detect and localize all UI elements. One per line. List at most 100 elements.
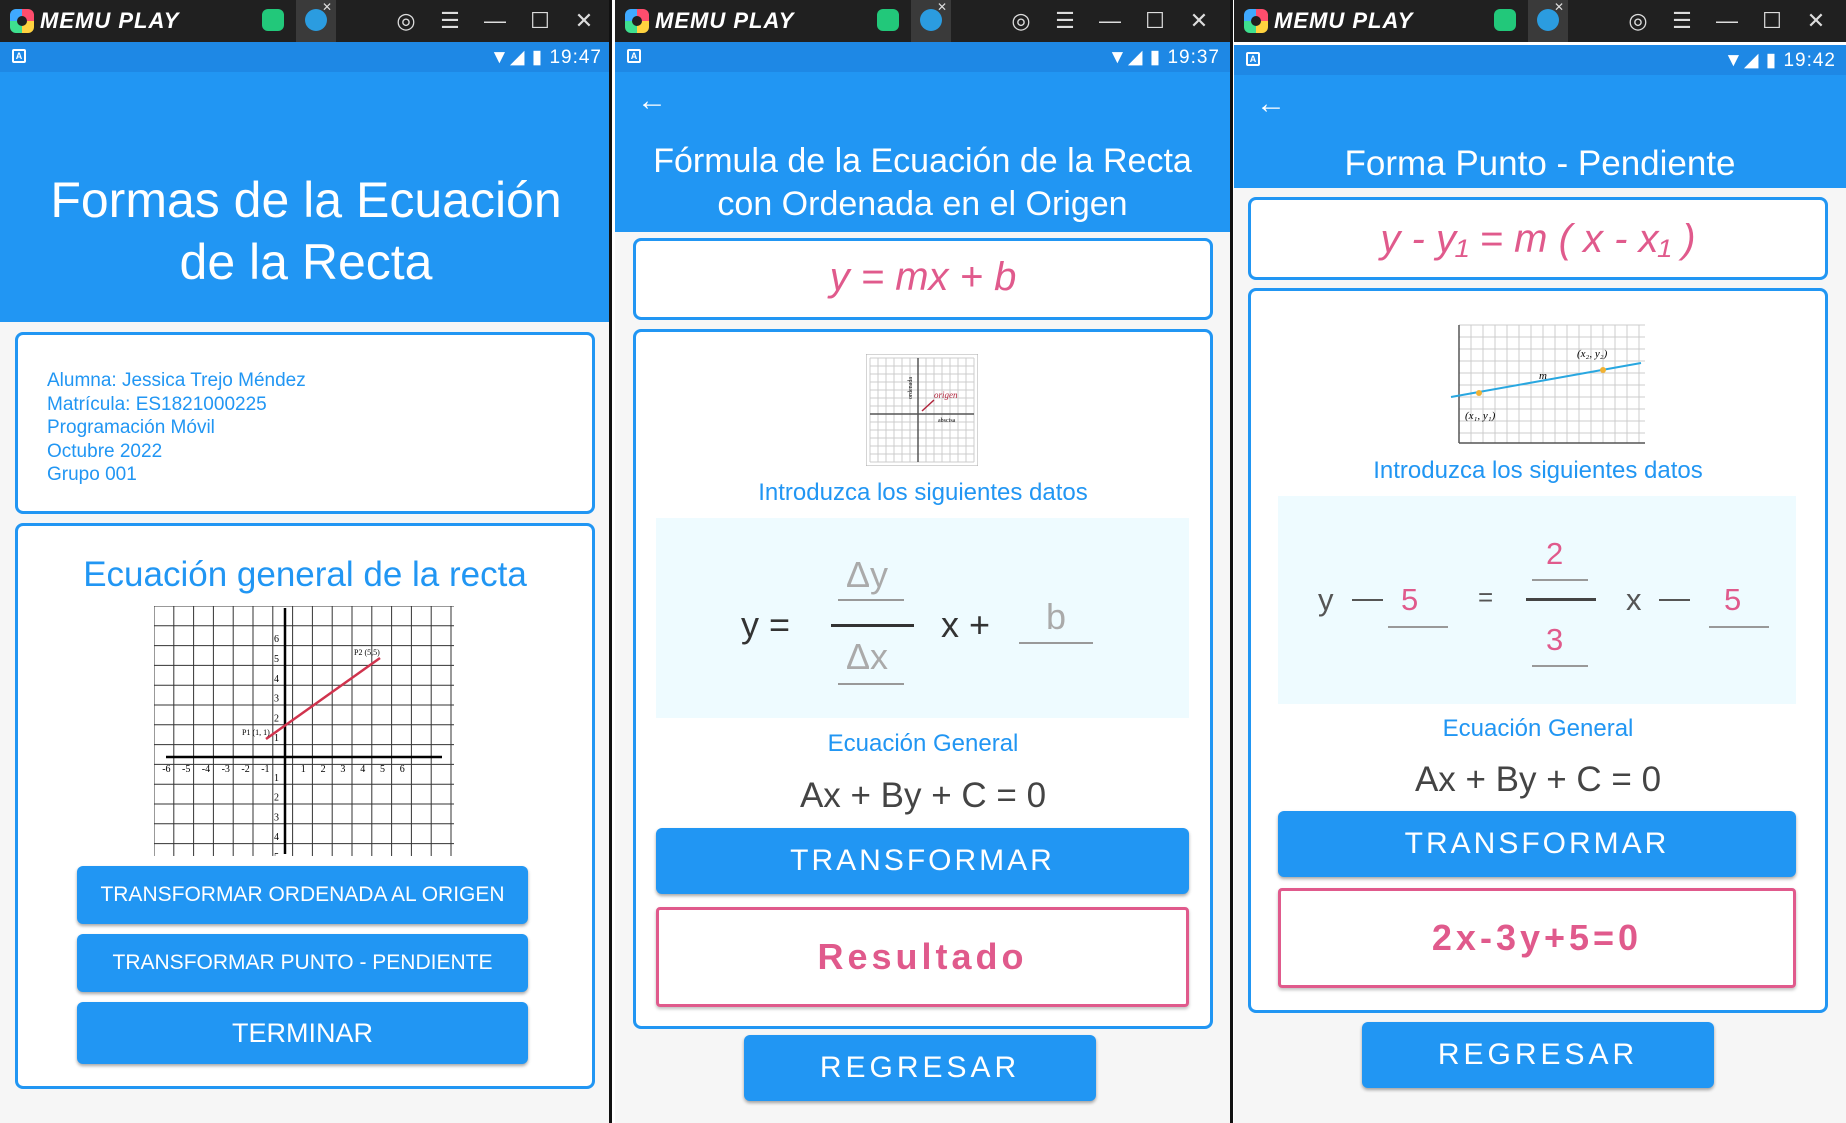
y-tick-label: 3 bbox=[274, 694, 279, 705]
page-title-line1: Fórmula de la Ecuación de la Recta bbox=[653, 142, 1192, 180]
x-tick-label: -5 bbox=[182, 764, 190, 775]
account-icon[interactable]: ◎ bbox=[1007, 6, 1035, 36]
student-info-card: Alumna: Jessica Trejo Méndez Matrícula: … bbox=[15, 332, 595, 514]
eq-x-plus-label: x + bbox=[941, 604, 991, 645]
y-tick-label: 6 bbox=[274, 634, 279, 645]
maximize-icon[interactable]: ☐ bbox=[526, 6, 554, 36]
close-icon[interactable]: ✕ bbox=[1802, 6, 1830, 36]
emulator-titlebar: MEMU PLAY ✕ ◎ ☰ — ☐ ✕ bbox=[1234, 0, 1846, 42]
graph-line bbox=[265, 656, 381, 741]
regresar-button[interactable]: REGRESAR bbox=[744, 1035, 1096, 1101]
general-eq-text: Ax + By + C = 0 bbox=[799, 776, 1047, 815]
emulator-window-3: MEMU PLAY ✕ ◎ ☰ — ☐ ✕ A ▼◢ ▮ 19:42 ← For… bbox=[1234, 0, 1846, 1123]
notification-icon: A bbox=[627, 49, 641, 63]
b-input[interactable]: b bbox=[1046, 596, 1066, 638]
app-tab-icon[interactable] bbox=[1494, 9, 1516, 31]
minimize-icon[interactable]: — bbox=[1096, 6, 1124, 36]
y-tick-label: 5 bbox=[274, 654, 279, 665]
y1-input[interactable]: 5 bbox=[1401, 582, 1418, 618]
terminar-button[interactable]: TERMINAR bbox=[77, 1002, 528, 1064]
maximize-icon[interactable]: ☐ bbox=[1758, 6, 1786, 36]
emulator-window-2: MEMU PLAY ✕ ◎ ☰ — ☐ ✕ A ▼◢ ▮ 19:37 ← Fór… bbox=[615, 0, 1230, 1123]
clock: 19:37 bbox=[1167, 47, 1220, 68]
general-eq-label: Ecuación General bbox=[1442, 715, 1634, 742]
y-tick-label: 3 bbox=[274, 812, 279, 823]
section-title: Ecuación general de la recta bbox=[83, 555, 527, 594]
regresar-button[interactable]: REGRESAR bbox=[1362, 1022, 1714, 1088]
x-tick-label: -1 bbox=[261, 764, 269, 775]
input-card: (x₂, y₂) (x₁, y₁) m Introduzca los sigui… bbox=[1248, 288, 1828, 1013]
graph-label-p2: P2 (5,5) bbox=[354, 648, 380, 657]
notification-icon: A bbox=[1246, 52, 1260, 66]
eq-equals: = bbox=[1478, 582, 1494, 612]
x-tick-label: -2 bbox=[241, 764, 249, 775]
tab-close-icon[interactable]: ✕ bbox=[1554, 0, 1564, 14]
delta-x-input[interactable]: Δx bbox=[846, 636, 888, 678]
fraction-bar bbox=[831, 624, 914, 627]
menu-icon[interactable]: ☰ bbox=[1668, 6, 1696, 36]
signal-icon: ▼◢ ▮ bbox=[1108, 47, 1168, 68]
memu-logo: MEMU PLAY bbox=[625, 8, 794, 34]
x-tick-label: 6 bbox=[400, 764, 405, 775]
abscisa-label: abscisa bbox=[938, 418, 956, 424]
delta-y-input[interactable]: Δy bbox=[846, 554, 888, 596]
graph-label-p1: P1 (1, 1) bbox=[242, 728, 270, 737]
account-icon[interactable]: ◎ bbox=[1624, 6, 1652, 36]
emulator-window-1: MEMU PLAY ✕ ◎ ☰ — ☐ ✕ A ▼◢ ▮ 19:47 Forma… bbox=[0, 0, 612, 1123]
axes-origin-image: origen abscisa ordenada bbox=[866, 354, 978, 466]
title-banner: Formas de la Ecuación de la Recta bbox=[0, 72, 612, 322]
x-tick-label: 4 bbox=[360, 764, 365, 775]
minimize-icon[interactable]: — bbox=[481, 6, 509, 36]
tab-close-icon[interactable]: ✕ bbox=[322, 0, 332, 14]
minimize-icon[interactable]: — bbox=[1713, 6, 1741, 36]
eq-x-label: x bbox=[1626, 582, 1642, 617]
x-tick-label: -3 bbox=[222, 764, 230, 775]
close-icon[interactable]: ✕ bbox=[570, 6, 598, 36]
slope-label: m bbox=[1539, 370, 1547, 382]
menu-icon[interactable]: ☰ bbox=[436, 6, 464, 36]
back-arrow-icon[interactable]: ← bbox=[1256, 87, 1286, 121]
transform-punto-button[interactable]: TRANSFORMAR PUNTO - PENDIENTE bbox=[77, 934, 528, 992]
tab-close-icon[interactable]: ✕ bbox=[937, 0, 947, 14]
emulator-titlebar: MEMU PLAY ✕ ◎ ☰ — ☐ ✕ bbox=[0, 0, 612, 42]
clock: 19:42 bbox=[1783, 50, 1836, 71]
status-bar: A ▼◢ ▮ 19:47 bbox=[0, 42, 612, 72]
point-2-label: (x₂, y₂) bbox=[1577, 348, 1608, 360]
transform-ordenada-button[interactable]: TRANSFORMAR ORDENADA AL ORIGEN bbox=[77, 866, 528, 924]
app-tab-icon[interactable] bbox=[262, 9, 284, 31]
equation-input-panel: y = Δy Δx x + b bbox=[656, 518, 1189, 718]
y-tick-label: 1 bbox=[274, 773, 279, 784]
page-title: Forma Punto - Pendiente bbox=[1344, 144, 1736, 183]
maximize-icon[interactable]: ☐ bbox=[1141, 6, 1169, 36]
point-slope-image: (x₂, y₂) (x₁, y₁) m bbox=[1445, 321, 1647, 449]
title-banner: ← Forma Punto - Pendiente bbox=[1234, 75, 1846, 188]
y-tick-label: 4 bbox=[274, 832, 279, 843]
formula-text: y - y₁ = m ( x - x₁ ) bbox=[1380, 217, 1696, 261]
result-text: 2x-3y+5=0 bbox=[1431, 917, 1643, 958]
x1-input[interactable]: 5 bbox=[1724, 582, 1741, 618]
eq-y-label: y bbox=[1318, 582, 1334, 617]
result-box: 2x-3y+5=0 bbox=[1278, 888, 1796, 988]
x-tick-label: -6 bbox=[162, 764, 170, 775]
line-graph-image: P1 (1, 1) P2 (5,5) -6 -5 -4 -3 -2 -1 1 2 3 4 5 6 6 5… bbox=[154, 606, 454, 856]
transformar-button[interactable]: TRANSFORMAR bbox=[656, 828, 1189, 894]
point-1 bbox=[1476, 390, 1482, 396]
input-card: origen abscisa ordenada Introduzca los s… bbox=[633, 329, 1213, 1029]
memu-logo: MEMU PLAY bbox=[1244, 8, 1413, 34]
signal-icon: ▼◢ ▮ bbox=[1724, 50, 1784, 71]
point-1-label: (x₁, y₁) bbox=[1465, 410, 1496, 422]
info-course: Programación Móvil bbox=[47, 417, 215, 438]
close-icon[interactable]: ✕ bbox=[1185, 6, 1213, 36]
app-tab-icon[interactable] bbox=[877, 9, 899, 31]
menu-card: Ecuación general de la recta P1 (1, 1) P… bbox=[15, 523, 595, 1089]
formula-text: y = mx + b bbox=[829, 255, 1017, 299]
menu-icon[interactable]: ☰ bbox=[1051, 6, 1079, 36]
x-tick-label: -4 bbox=[202, 764, 210, 775]
back-arrow-icon[interactable]: ← bbox=[637, 84, 667, 118]
page-title-line2: de la Recta bbox=[179, 234, 433, 290]
account-icon[interactable]: ◎ bbox=[392, 6, 420, 36]
transformar-button[interactable]: TRANSFORMAR bbox=[1278, 811, 1796, 877]
slope-denominator-input[interactable]: 3 bbox=[1546, 622, 1563, 658]
page-title-line1: Formas de la Ecuación bbox=[50, 172, 562, 228]
slope-numerator-input[interactable]: 2 bbox=[1546, 536, 1563, 572]
